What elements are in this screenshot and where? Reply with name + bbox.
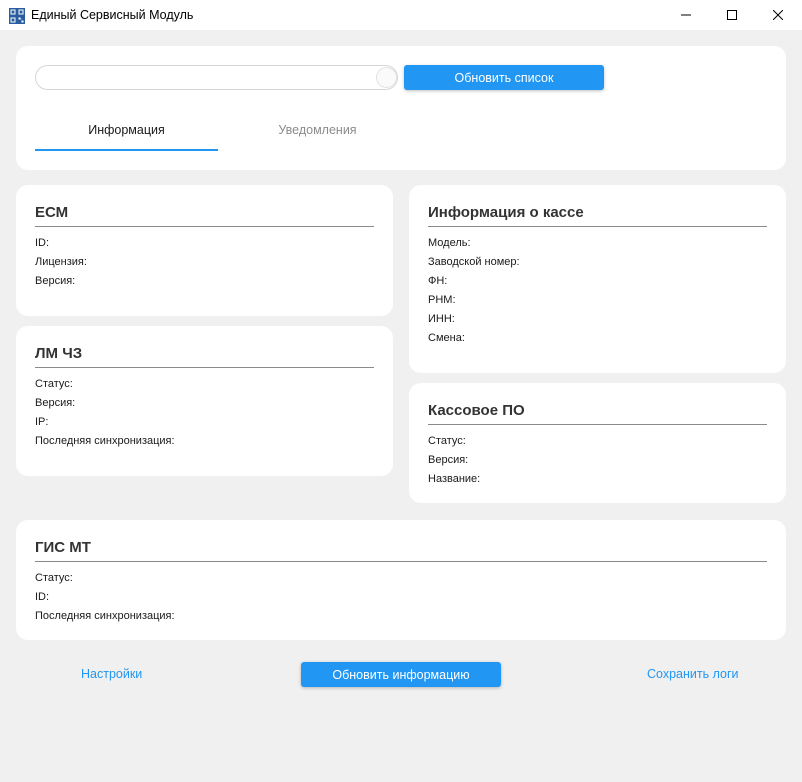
- register-info-title: Информация о кассе: [428, 204, 584, 221]
- refresh-list-button[interactable]: Обновить список: [404, 65, 604, 90]
- save-logs-link[interactable]: Сохранить логи: [647, 667, 739, 681]
- window-title: Единый Сервисный Модуль: [31, 8, 194, 22]
- settings-link[interactable]: Настройки: [81, 667, 142, 681]
- gis-mt-title: ГИС МТ: [35, 539, 91, 556]
- maximize-icon: [727, 7, 737, 25]
- ecm-card: ЕСМ ID: Лицензия: Версия:: [16, 185, 393, 316]
- top-panel: Обновить список Информация Уведомления: [16, 46, 786, 170]
- pos-status-label: Статус:: [428, 435, 466, 447]
- gis-mt-card: ГИС МТ Статус: ID: Последняя синхронизац…: [16, 520, 786, 640]
- minimize-button[interactable]: [663, 0, 709, 31]
- tab-notifications[interactable]: Уведомления: [226, 108, 409, 151]
- gis-status-label: Статус:: [35, 572, 73, 584]
- close-icon: [772, 7, 784, 25]
- lm-title: ЛМ ЧЗ: [35, 345, 83, 362]
- ecm-license-label: Лицензия:: [35, 256, 87, 268]
- device-search-input[interactable]: [35, 65, 398, 90]
- register-serial-label: Заводской номер:: [428, 256, 520, 268]
- ecm-id-label: ID:: [35, 237, 50, 249]
- lm-ip-label: IP:: [35, 416, 49, 428]
- pos-name-label: Название:: [428, 473, 481, 485]
- gis-last-sync-label: Последняя синхронизация:: [35, 610, 175, 622]
- pos-software-title: Кассовое ПО: [428, 402, 525, 419]
- refresh-info-button[interactable]: Обновить информацию: [301, 662, 501, 687]
- register-fn-label: ФН:: [428, 275, 448, 287]
- pos-software-card: Кассовое ПО Статус: Версия: Название:: [409, 383, 786, 503]
- register-inn-label: ИНН:: [428, 313, 455, 325]
- lm-status-label: Статус:: [35, 378, 73, 390]
- qr-code-icon: [9, 8, 25, 24]
- title-bar: Единый Сервисный Модуль: [0, 0, 802, 31]
- section-divider: [35, 561, 767, 562]
- pos-version-label: Версия:: [428, 454, 469, 466]
- maximize-button[interactable]: [709, 0, 755, 31]
- section-divider: [35, 367, 374, 368]
- register-shift-label: Смена:: [428, 332, 465, 344]
- gis-id-label: ID:: [35, 591, 50, 603]
- active-tab-indicator: [35, 149, 218, 151]
- section-divider: [35, 226, 374, 227]
- close-button[interactable]: [755, 0, 801, 31]
- section-divider: [428, 226, 767, 227]
- lm-card: ЛМ ЧЗ Статус: Версия: IP: Последняя синх…: [16, 326, 393, 476]
- lm-last-sync-label: Последняя синхронизация:: [35, 435, 175, 447]
- ecm-version-label: Версия:: [35, 275, 76, 287]
- search-input-knob[interactable]: [376, 67, 397, 88]
- section-divider: [428, 424, 767, 425]
- register-model-label: Модель:: [428, 237, 471, 249]
- lm-version-label: Версия:: [35, 397, 76, 409]
- tab-information[interactable]: Информация: [35, 108, 218, 151]
- ecm-title: ЕСМ: [35, 204, 69, 221]
- register-rnm-label: РНМ:: [428, 294, 456, 306]
- register-info-card: Информация о кассе Модель: Заводской ном…: [409, 185, 786, 373]
- minimize-icon: [681, 7, 691, 25]
